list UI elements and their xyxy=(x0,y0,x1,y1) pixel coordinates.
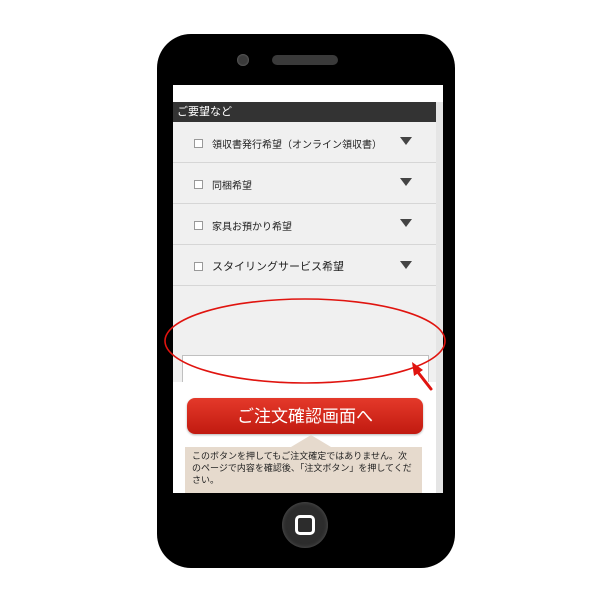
order-confirm-button[interactable]: ご注文確認画面へ xyxy=(187,398,423,434)
screen-top-strip xyxy=(173,85,443,102)
expand-arrow-icon[interactable] xyxy=(400,219,412,227)
option-receipt[interactable]: 領収書発行希望（オンライン領収書） xyxy=(173,122,436,163)
expand-arrow-icon[interactable] xyxy=(400,137,412,145)
camera-icon xyxy=(237,54,249,66)
option-furniture-storage[interactable]: 家具お預かり希望 xyxy=(173,204,436,245)
option-label: スタイリングサービス希望 xyxy=(212,260,344,273)
scrollbar[interactable] xyxy=(436,102,443,493)
option-styling-service[interactable]: スタイリングサービス希望 xyxy=(173,245,436,286)
options-list: 領収書発行希望（オンライン領収書） 同梱希望 家具お預かり希望 スタイリングサー… xyxy=(173,122,436,399)
phone-screen: ご要望など 領収書発行希望（オンライン領収書） 同梱希望 家具お預かり希望 スタ… xyxy=(173,85,443,493)
checkout-area: ご注文確認画面へ このボタンを押してもご注文確定ではありません。次のページで内容… xyxy=(173,382,436,493)
option-label: 家具お預かり希望 xyxy=(212,222,292,233)
order-note: このボタンを押してもご注文確定ではありません。次のページで内容を確認後、「注文ボ… xyxy=(185,447,422,493)
option-checkbox[interactable] xyxy=(194,221,203,230)
speaker-grille xyxy=(272,55,338,65)
expand-arrow-icon[interactable] xyxy=(400,261,412,269)
home-square-icon xyxy=(295,515,315,535)
option-label: 同梱希望 xyxy=(212,181,252,192)
option-bundle[interactable]: 同梱希望 xyxy=(173,163,436,204)
option-checkbox[interactable] xyxy=(194,180,203,189)
option-checkbox[interactable] xyxy=(194,139,203,148)
option-label: 領収書発行希望（オンライン領収書） xyxy=(212,140,382,151)
option-checkbox[interactable] xyxy=(194,262,203,271)
section-header: ご要望など xyxy=(173,102,440,122)
home-button[interactable] xyxy=(282,502,328,548)
expand-arrow-icon[interactable] xyxy=(400,178,412,186)
note-pointer xyxy=(291,435,331,447)
